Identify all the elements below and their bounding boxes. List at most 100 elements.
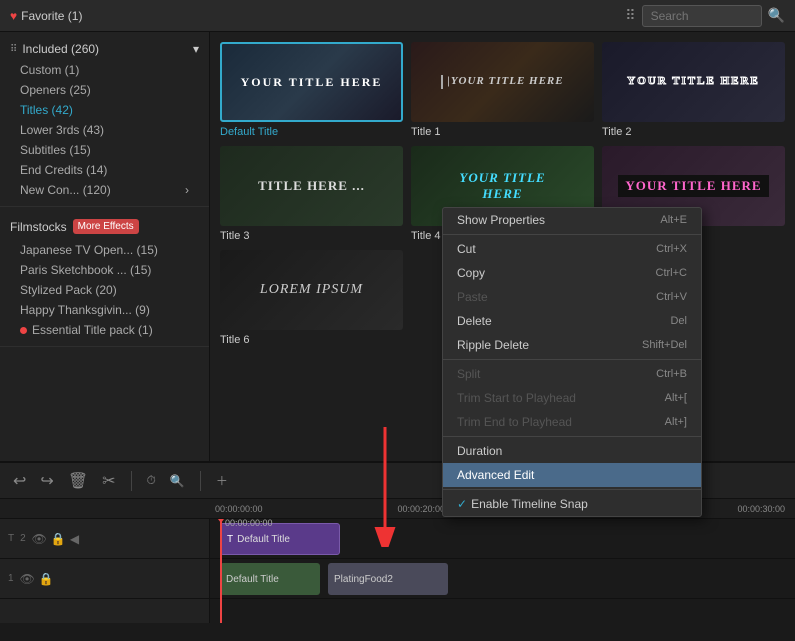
ctx-trim-end: Trim End to Playhead Alt+] (443, 410, 701, 434)
sidebar-item-titles[interactable]: Titles (42) (0, 100, 209, 120)
cut-button[interactable]: ✂ (99, 468, 118, 494)
track-arrow-icon-2[interactable]: ◀ (70, 532, 79, 546)
redo-button[interactable]: ↪ (37, 468, 56, 494)
sidebar-item-endcredits[interactable]: End Credits (14) (0, 160, 209, 180)
snap-button[interactable]: ⏱ (144, 470, 159, 491)
sidebar-item-openers[interactable]: Openers (25) (0, 80, 209, 100)
ctx-show-properties[interactable]: Show Properties Alt+E (443, 208, 701, 232)
filmstocks-label: Filmstocks (10, 220, 67, 234)
ctx-copy-label: Copy (457, 266, 485, 280)
add-track-button[interactable]: ＋ (213, 469, 231, 492)
ruler-time-mid: 00:00:20:00 (398, 504, 446, 514)
track-labels: T 2 👁 🔒 ◀ 1 👁 🔒 (0, 519, 210, 623)
clip-title-label: Default Title (237, 534, 290, 545)
sidebar-item-subtitles[interactable]: Subtitles (15) (0, 140, 209, 160)
ctx-trim-start-shortcut: Alt+[ (665, 392, 687, 404)
included-header[interactable]: ⠿ Included (260) ▾ (0, 38, 209, 60)
ctx-enable-snap[interactable]: ✓ Enable Timeline Snap (443, 492, 701, 516)
chevron-down-icon: ▾ (193, 42, 199, 56)
filmstocks-header: Filmstocks More Effects (0, 213, 209, 240)
sidebar-item-newcon[interactable]: New Con... (120) › (0, 180, 209, 200)
filmstock-item-0[interactable]: Japanese TV Open... (15) (0, 240, 209, 260)
track-label-1: 1 👁 🔒 (0, 559, 209, 599)
track-eye-icon-1[interactable]: 👁 (20, 572, 35, 586)
more-effects-button[interactable]: More Effects (73, 219, 139, 234)
filmstock-item-4[interactable]: Essential Title pack (1) (0, 320, 209, 340)
track-lock-icon-2[interactable]: 🔒 (51, 532, 66, 546)
search-button[interactable]: 🔍 (768, 7, 785, 24)
clip-video-2[interactable]: PlatingFood2 (328, 563, 448, 595)
ctx-enable-snap-label: Enable Timeline Snap (471, 497, 588, 511)
clip-video-2-label: PlatingFood2 (334, 574, 393, 585)
thumb-image-1: |YOUR TITLE HERE (411, 42, 594, 122)
ctx-cut[interactable]: Cut Ctrl+X (443, 237, 701, 261)
thumb-label-3: Title 3 (220, 230, 403, 242)
track-num-2b: 2 (20, 533, 26, 544)
ctx-cut-label: Cut (457, 242, 476, 256)
thumb-text-default: YOUR TITLE HERE (241, 75, 383, 89)
thumb-label-6: Title 6 (220, 334, 403, 346)
time-indicator: 00:00:00:00 (220, 519, 222, 623)
ctx-delete-label: Delete (457, 314, 492, 328)
thumb-item-1[interactable]: |YOUR TITLE HERE Title 1 (411, 42, 594, 138)
filmstock-item-1[interactable]: Paris Sketchbook ... (15) (0, 260, 209, 280)
ctx-duration-label: Duration (457, 444, 502, 458)
ctx-copy[interactable]: Copy Ctrl+C (443, 261, 701, 285)
delete-button[interactable]: 🗑 (65, 468, 91, 494)
thumb-item-2[interactable]: YOUR TITLE HERE Title 2 (602, 42, 785, 138)
sidebar-item-lower3rds[interactable]: Lower 3rds (43) (0, 120, 209, 140)
zoom-button[interactable]: 🔍 (167, 471, 188, 491)
thumb-text-4: YOUR TITLEHERE (459, 170, 545, 201)
thumb-item-default[interactable]: YOUR TITLE HERE Default Title (220, 42, 403, 138)
thumb-text-2: YOUR TITLE HERE (627, 75, 760, 88)
title-clip-icon: T (227, 534, 233, 545)
topbar: ♥ Favorite (1) ⠿ 🔍 (0, 0, 795, 32)
ctx-advanced-edit[interactable]: Advanced Edit (443, 463, 701, 487)
track-icons-2: 👁 🔒 ◀ (32, 532, 79, 546)
favorite-section[interactable]: ♥ Favorite (1) (10, 9, 82, 23)
grid-dots-icon: ⠿ (10, 44, 17, 55)
ctx-paste-label: Paste (457, 290, 488, 304)
thumb-item-6[interactable]: Lorem Ipsum Title 6 (220, 250, 403, 346)
ctx-divider-3 (443, 436, 701, 437)
ctx-duration[interactable]: Duration (443, 439, 701, 463)
thumb-label-2: Title 2 (602, 126, 785, 138)
thumb-text-5: Your Title Here (618, 175, 768, 197)
ctx-divider-1 (443, 234, 701, 235)
ctx-delete-shortcut: Del (670, 315, 687, 327)
ctx-trim-start-label: Trim Start to Playhead (457, 391, 576, 405)
track-lock-icon-1[interactable]: 🔒 (39, 572, 54, 586)
timeline-tracks: T 2 👁 🔒 ◀ 1 👁 🔒 00:00:00:00 (0, 519, 795, 623)
search-input[interactable] (642, 5, 762, 27)
track-num-2: T (8, 533, 14, 544)
ctx-split-label: Split (457, 367, 480, 381)
undo-button[interactable]: ↩ (10, 468, 29, 494)
context-menu: Show Properties Alt+E Cut Ctrl+X Copy Ct… (442, 207, 702, 517)
thumb-label-default: Default Title (220, 126, 403, 138)
ctx-checkmark: ✓ (457, 497, 467, 511)
ruler-time-start: 00:00:00:00 (215, 504, 263, 514)
ctx-ripple-delete[interactable]: Ripple Delete Shift+Del (443, 333, 701, 357)
essential-dot (20, 327, 27, 334)
ctx-delete[interactable]: Delete Del (443, 309, 701, 333)
grid-icon: ⠿ (625, 7, 635, 24)
track-eye-icon-2[interactable]: 👁 (32, 532, 47, 546)
track-row-2: T Default Title (210, 519, 795, 559)
filmstock-item-2[interactable]: Stylized Pack (20) (0, 280, 209, 300)
thumb-item-3[interactable]: TITLE HERE ... Title 3 (220, 146, 403, 242)
ctx-show-properties-label: Show Properties (457, 213, 545, 227)
track-icons-1: 👁 🔒 (20, 572, 54, 586)
ctx-copy-shortcut: Ctrl+C (656, 267, 687, 279)
toolbar-separator-2 (200, 471, 201, 491)
thumb-image-3: TITLE HERE ... (220, 146, 403, 226)
thumb-image-default: YOUR TITLE HERE (220, 42, 403, 122)
clip-video-1[interactable]: Default Title (220, 563, 320, 595)
ctx-cut-shortcut: Ctrl+X (656, 243, 687, 255)
ctx-ripple-delete-label: Ripple Delete (457, 338, 529, 352)
thumb-text-1: |YOUR TITLE HERE (441, 75, 563, 88)
sidebar-item-custom[interactable]: Custom (1) (0, 60, 209, 80)
filmstocks-section: Filmstocks More Effects Japanese TV Open… (0, 207, 209, 347)
filmstock-item-3[interactable]: Happy Thanksgivin... (9) (0, 300, 209, 320)
ctx-divider-2 (443, 359, 701, 360)
thumb-label-1: Title 1 (411, 126, 594, 138)
